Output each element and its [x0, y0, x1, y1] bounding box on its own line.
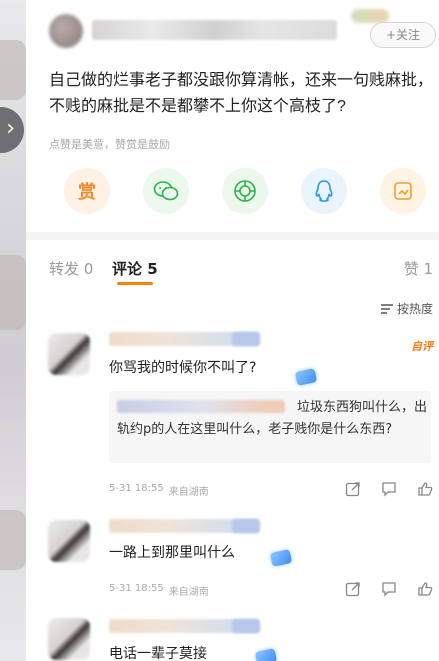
comment-actions — [345, 481, 433, 497]
active-tab-indicator — [117, 282, 153, 285]
share-icon[interactable] — [345, 581, 361, 597]
reply-text: 垃圾东西狗叫什么，出轨约p的人在这里叫什么，老子贱你是什么东西? — [117, 400, 428, 437]
reward-icon: 赏 — [78, 182, 96, 203]
comment-actions — [345, 581, 433, 597]
commenter-badge — [232, 519, 260, 533]
comment-date: 5-31 18:55 — [109, 483, 164, 494]
commenter-avatar[interactable] — [48, 333, 90, 375]
blurred-blob — [0, 510, 26, 570]
author-name-blurred[interactable] — [92, 20, 337, 40]
tab-likes[interactable]: 赞 1 — [404, 258, 433, 279]
post-text: 自己做的烂事老子都没跟你算清帐，还来一句贱麻批，不贱的麻批是不是都攀不上你这个高… — [49, 72, 434, 115]
sort-icon — [380, 303, 393, 314]
blurred-blob — [0, 40, 26, 100]
comment-meta: 5-31 18:55 来自湖南 — [109, 483, 209, 498]
comment-date: 5-31 18:55 — [109, 583, 164, 594]
gem-emoji-icon — [269, 549, 293, 567]
sort-button[interactable]: 按热度 — [380, 300, 433, 317]
author-avatar[interactable] — [49, 14, 83, 48]
comment-text: 你骂我的时候你不叫了? — [109, 360, 257, 376]
moments-icon — [234, 180, 256, 202]
save-image-button[interactable] — [380, 168, 426, 214]
author-tag: 自评 — [411, 340, 433, 353]
adjacent-feed-strip — [0, 0, 26, 661]
reward-note: 点赞是美意，赞赏是鼓励 — [49, 138, 170, 151]
comment-meta: 5-31 18:55 来自湖南 — [109, 583, 209, 598]
share-wechat-button[interactable] — [143, 168, 189, 214]
share-moments-button[interactable] — [222, 168, 268, 214]
reply-icon[interactable] — [381, 481, 397, 497]
comment-location: 来自湖南 — [168, 487, 209, 498]
commenter-avatar[interactable] — [48, 520, 90, 562]
section-divider — [26, 232, 439, 240]
reply-icon[interactable] — [381, 581, 397, 597]
commenter-badge — [232, 619, 260, 633]
tab-repost[interactable]: 转发 0 — [49, 258, 93, 279]
comment-text: 一路上到那里叫什么 — [109, 545, 235, 561]
tab-comments[interactable]: 评论 5 — [112, 258, 158, 279]
gem-emoji-icon — [254, 648, 278, 661]
comment-text: 电话一辈子莫接 — [109, 646, 207, 661]
wechat-icon — [153, 181, 179, 201]
post-card: +关注 自己做的烂事老子都没跟你算清帐，还来一句贱麻批，不贱的麻批是不是都攀不上… — [26, 0, 439, 661]
commenter-avatar[interactable] — [48, 618, 90, 660]
follow-button[interactable]: +关注 — [370, 22, 436, 48]
reward-button[interactable]: 赏 — [64, 168, 110, 214]
share-qq-button[interactable] — [301, 168, 347, 214]
commenter-badge — [232, 332, 260, 346]
blurred-blob — [0, 255, 26, 330]
reply-box[interactable]: 垃圾东西狗叫什么，出轨约p的人在这里叫什么，老子贱你是什么东西? — [109, 391, 431, 463]
sort-label: 按热度 — [396, 302, 433, 316]
gem-emoji-icon — [294, 368, 318, 386]
qq-icon — [315, 180, 333, 202]
like-icon[interactable] — [417, 481, 433, 497]
comment-location: 来自湖南 — [168, 587, 209, 598]
share-icon[interactable] — [345, 481, 361, 497]
like-icon[interactable] — [417, 581, 433, 597]
save-image-icon — [394, 182, 412, 200]
vip-badge — [351, 9, 389, 23]
